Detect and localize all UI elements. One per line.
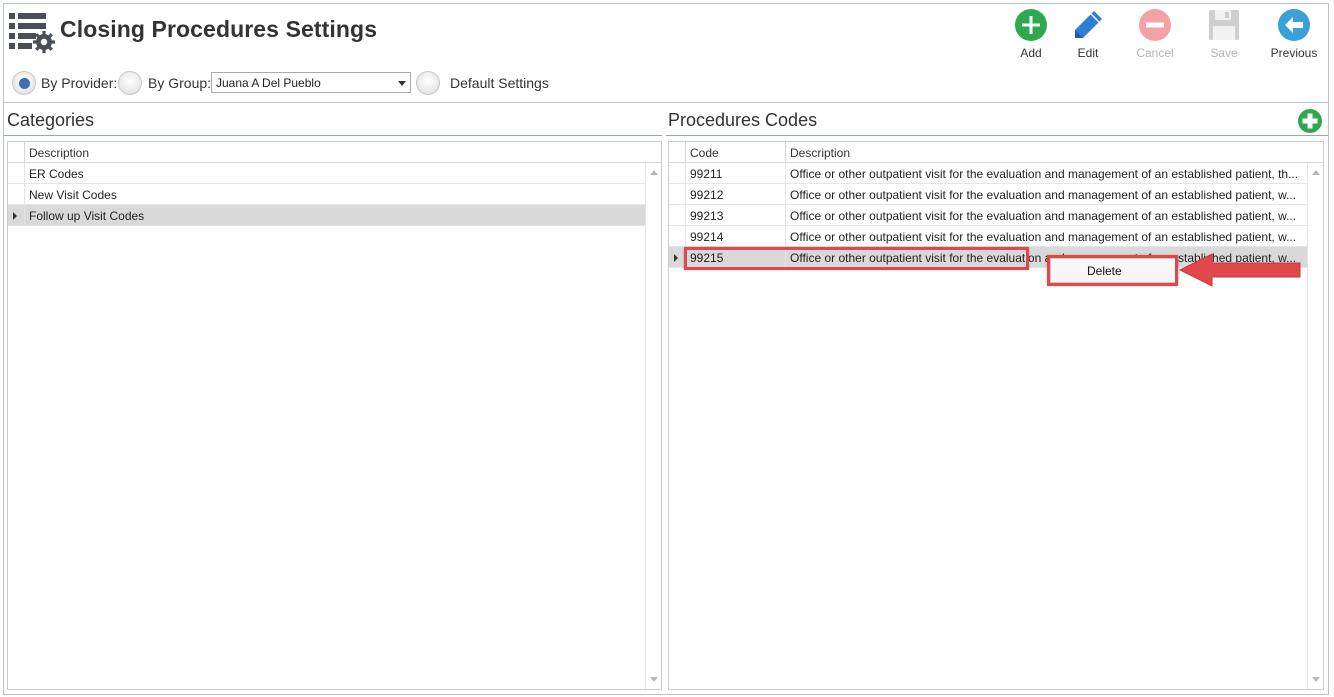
cancel-label: Cancel [1136, 46, 1174, 60]
procedure-code: 99212 [685, 184, 785, 204]
scroll-down-icon[interactable] [650, 677, 658, 682]
grid-header: Code Description [669, 142, 1323, 163]
row-indicator-icon [674, 254, 678, 262]
category-description: ER Codes [24, 163, 646, 183]
divider [666, 135, 1328, 136]
procedure-description: Office or other outpatient visit for the… [785, 184, 1307, 204]
chevron-down-icon [398, 81, 406, 86]
categories-title: Categories [7, 110, 95, 130]
by-provider-label: By Provider: [41, 75, 118, 91]
category-description: New Visit Codes [24, 184, 646, 204]
save-button[interactable]: Save [1194, 8, 1254, 64]
category-row[interactable]: ER Codes [8, 163, 646, 184]
add-button[interactable]: Add [1001, 8, 1061, 64]
context-menu: Delete [1050, 258, 1176, 283]
by-provider-radio[interactable] [12, 71, 36, 95]
procedures-scrollbar[interactable] [1307, 163, 1323, 689]
add-label: Add [1020, 46, 1042, 60]
divider [4, 135, 662, 136]
category-description: Follow up Visit Codes [24, 205, 646, 225]
edit-button[interactable]: Edit [1058, 8, 1118, 64]
edit-label: Edit [1077, 46, 1099, 60]
procedures-grid: Code Description 99211 Office or other o… [668, 141, 1324, 690]
column-header-code[interactable]: Code [685, 142, 785, 162]
provider-select[interactable]: Juana A Del Pueblo [211, 72, 411, 93]
procedure-code: 99211 [685, 163, 785, 183]
provider-select-value: Juana A Del Pueblo [216, 76, 321, 90]
procedure-description: Office or other outpatient visit for the… [785, 226, 1307, 246]
default-settings-radio[interactable] [416, 71, 440, 95]
procedure-code: 99213 [685, 205, 785, 225]
procedure-description: Office or other outpatient visit for the… [785, 247, 1307, 267]
categories-grid: Description ER Codes New Visit Codes Fol… [7, 141, 662, 690]
procedure-row[interactable]: 99214 Office or other outpatient visit f… [669, 226, 1307, 247]
column-header-description[interactable]: Description [24, 142, 646, 162]
category-row[interactable]: New Visit Codes [8, 184, 646, 205]
scroll-down-icon[interactable] [1312, 677, 1320, 682]
scroll-up-icon[interactable] [650, 170, 658, 175]
procedure-row[interactable]: 99212 Office or other outpatient visit f… [669, 184, 1307, 205]
procedure-code: 99214 [685, 226, 785, 246]
list-settings-icon [9, 13, 55, 53]
cancel-circle-icon [1139, 9, 1171, 41]
procedure-row[interactable]: 99213 Office or other outpatient visit f… [669, 205, 1307, 226]
procedure-description: Office or other outpatient visit for the… [785, 205, 1307, 225]
procedures-title: Procedures Codes [668, 110, 818, 130]
plus-circle-icon [1015, 9, 1047, 41]
save-label: Save [1210, 46, 1238, 60]
delete-menu-item[interactable]: Delete [1087, 264, 1122, 278]
page-title: Closing Procedures Settings [60, 16, 378, 42]
grid-header: Description [8, 142, 661, 163]
previous-button[interactable]: Previous [1264, 8, 1324, 64]
add-procedure-button[interactable] [1298, 109, 1322, 133]
by-group-radio[interactable] [118, 71, 142, 95]
column-header-description[interactable]: Description [785, 142, 1307, 162]
arrow-left-circle-icon [1278, 9, 1310, 41]
by-group-label: By Group: [148, 75, 212, 91]
default-settings-label: Default Settings [450, 75, 549, 91]
floppy-disk-icon [1209, 10, 1239, 40]
procedure-row-selected[interactable]: 99215 Office or other outpatient visit f… [669, 247, 1307, 268]
divider [4, 102, 1328, 103]
procedure-description: Office or other outpatient visit for the… [785, 163, 1307, 183]
pencil-icon [1075, 11, 1102, 38]
previous-label: Previous [1270, 46, 1318, 60]
cancel-button[interactable]: Cancel [1125, 8, 1185, 64]
procedure-row[interactable]: 99211 Office or other outpatient visit f… [669, 163, 1307, 184]
categories-scrollbar[interactable] [645, 163, 661, 689]
procedure-code: 99215 [685, 247, 785, 267]
row-indicator-icon [13, 212, 17, 220]
scroll-up-icon[interactable] [1312, 170, 1320, 175]
category-row-selected[interactable]: Follow up Visit Codes [8, 205, 646, 226]
